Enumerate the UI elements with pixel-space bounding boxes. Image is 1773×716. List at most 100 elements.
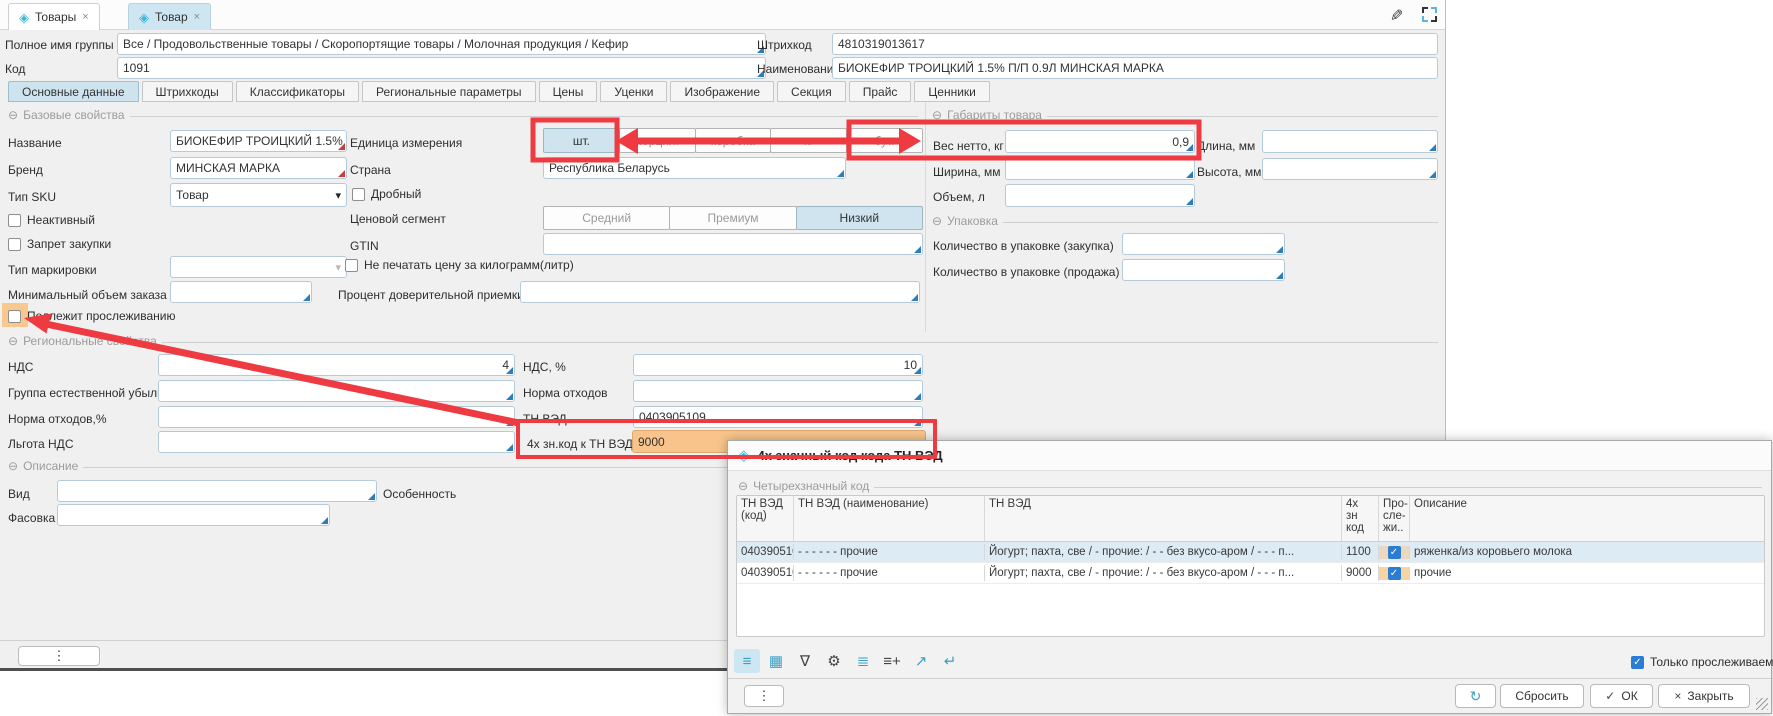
- row-traceable-checkbox[interactable]: ✓: [1388, 546, 1401, 559]
- sku-type-select[interactable]: Товар ▾: [170, 183, 347, 207]
- no-kilo-price-checkbox[interactable]: [345, 259, 358, 272]
- vat-input[interactable]: 4: [158, 354, 515, 376]
- inactive-checkbox[interactable]: [8, 214, 21, 227]
- code-input[interactable]: 1091: [117, 57, 766, 79]
- unit-sht[interactable]: шт.: [543, 128, 620, 153]
- traceable-checkbox[interactable]: [8, 310, 21, 323]
- add-rows-icon[interactable]: ≡+: [879, 649, 905, 673]
- tab-osnovnye-dannye[interactable]: Основные данные: [8, 81, 139, 102]
- barcode-label: Штрихкод: [757, 38, 812, 52]
- waste-pct-input[interactable]: [158, 406, 515, 428]
- col-header-code4[interactable]: 4х зн код: [1342, 496, 1379, 541]
- col-header-tnved-name[interactable]: ТН ВЭД (наименование): [794, 496, 985, 541]
- width-input[interactable]: [1005, 158, 1195, 180]
- net-weight-input[interactable]: 0,9: [1005, 130, 1195, 153]
- trust-percent-input[interactable]: [520, 281, 920, 303]
- group-title: Габариты товара: [947, 108, 1042, 122]
- tab-tovary[interactable]: ◈ Товары ×: [8, 3, 100, 30]
- list-view-icon[interactable]: ≡: [734, 649, 760, 673]
- reset-button[interactable]: Сбросить: [1500, 684, 1584, 708]
- tab-shtrihkody[interactable]: Штрихкоды: [142, 81, 233, 102]
- marking-type-select[interactable]: ▾: [170, 256, 347, 278]
- waste-input[interactable]: [633, 380, 923, 402]
- loss-group-input[interactable]: [158, 380, 515, 402]
- tab-utsenki[interactable]: Уценки: [600, 81, 667, 102]
- full-group-input[interactable]: Все / Продовольственные товары / Скоропо…: [117, 33, 766, 55]
- qty-sale-input[interactable]: [1122, 259, 1285, 281]
- packing-input[interactable]: [57, 504, 330, 526]
- close-button[interactable]: × Закрыть: [1658, 684, 1750, 708]
- name-input[interactable]: БИОКЕФИР ТРОИЦКИЙ 1.5% П/П 0.9Л МИНСКАЯ …: [832, 57, 1438, 79]
- collapse-icon[interactable]: ⊖: [932, 214, 942, 228]
- brand-label: Бренд: [8, 163, 43, 177]
- window-menu-button[interactable]: ⋮: [18, 646, 100, 666]
- unit-but[interactable]: бут.: [846, 128, 923, 153]
- expand-icon[interactable]: [1422, 7, 1437, 22]
- unit-kg[interactable]: кг: [770, 128, 847, 153]
- tab-sektsiya[interactable]: Секция: [777, 81, 846, 102]
- table-row[interactable]: 0403905109 - - - - - - прочие Йогурт; па…: [737, 563, 1764, 584]
- collapse-icon[interactable]: ⊖: [8, 459, 18, 473]
- qty-sale-label: Количество в упаковке (продажа): [933, 265, 1119, 279]
- qty-purchase-input[interactable]: [1122, 233, 1285, 255]
- col-header-description[interactable]: Описание: [1410, 496, 1764, 541]
- tnved-label: ТН ВЭД: [523, 412, 567, 426]
- brand-input[interactable]: МИНСКАЯ МАРКА: [170, 157, 347, 179]
- external-link-icon[interactable]: ↗: [908, 649, 934, 673]
- collapse-icon[interactable]: ⊖: [738, 479, 748, 493]
- col-header-tnved[interactable]: ТН ВЭД: [985, 496, 1342, 541]
- ok-button[interactable]: ✓ ОК: [1590, 684, 1653, 708]
- col-header-traceable[interactable]: Про- сле- жи..: [1379, 496, 1410, 541]
- kebab-icon: ⋮: [53, 648, 66, 664]
- country-input[interactable]: Республика Беларусь: [543, 157, 846, 179]
- numbered-list-icon[interactable]: ≣: [850, 649, 876, 673]
- grid-view-icon[interactable]: ▦: [763, 649, 789, 673]
- tab-prays[interactable]: Прайс: [849, 81, 912, 102]
- tab-close-icon[interactable]: ×: [82, 11, 88, 23]
- resize-grip[interactable]: [1756, 698, 1768, 710]
- collapse-icon[interactable]: ⊖: [8, 108, 18, 122]
- no-kilo-price-row: Не печатать цену за килограмм(литр): [345, 258, 574, 272]
- dialog-menu-button[interactable]: ⋮: [744, 685, 784, 707]
- edit-icon[interactable]: ✎: [1390, 6, 1403, 26]
- col-header-tnved-code[interactable]: ТН ВЭД (код): [737, 496, 794, 541]
- unit-korobka[interactable]: коробка: [695, 128, 772, 153]
- collapse-icon[interactable]: ⊖: [932, 108, 942, 122]
- min-order-input[interactable]: [170, 281, 312, 303]
- tab-tsenniki[interactable]: Ценники: [914, 81, 989, 102]
- tab-klassifikatory[interactable]: Классификаторы: [236, 81, 359, 102]
- only-traceable-checkbox[interactable]: ✓: [1631, 656, 1644, 669]
- volume-input[interactable]: [1005, 184, 1195, 207]
- gtin-input[interactable]: [543, 233, 923, 255]
- gear-icon[interactable]: ⚙: [821, 649, 847, 673]
- barcode-input[interactable]: 4810319013617: [832, 33, 1438, 55]
- vat-benefit-input[interactable]: [158, 431, 515, 453]
- group-title: Региональные свойства: [23, 334, 157, 348]
- collapse-icon[interactable]: ⊖: [8, 334, 18, 348]
- group-dimensions: ⊖ Габариты товара: [932, 108, 1438, 122]
- segment-premium[interactable]: Премиум: [669, 206, 796, 230]
- trust-percent-label: Процент доверительной приемки: [338, 288, 524, 302]
- unit-portsiya[interactable]: порция.: [619, 128, 696, 153]
- tab-close-icon[interactable]: ×: [194, 11, 200, 23]
- row-traceable-checkbox[interactable]: ✓: [1388, 567, 1401, 580]
- return-icon[interactable]: ↵: [937, 649, 963, 673]
- filter-icon[interactable]: ∇: [792, 649, 818, 673]
- tnved-input[interactable]: 0403905109: [633, 406, 923, 428]
- length-input[interactable]: [1262, 130, 1438, 153]
- tab-regionalnye-parametry[interactable]: Региональные параметры: [362, 81, 536, 102]
- refresh-button[interactable]: ↻: [1455, 684, 1496, 708]
- group-basic: ⊖ Базовые свойства: [8, 108, 918, 122]
- tab-tovar[interactable]: ◈ Товар ×: [128, 3, 211, 30]
- kind-input[interactable]: [57, 480, 377, 502]
- fractional-checkbox[interactable]: [352, 188, 365, 201]
- product-name-input[interactable]: БИОКЕФИР ТРОИЦКИЙ 1.5% П: [170, 130, 347, 152]
- table-row[interactable]: 0403905109 - - - - - - прочие Йогурт; па…: [737, 542, 1764, 563]
- height-input[interactable]: [1262, 158, 1438, 180]
- no-purchase-checkbox[interactable]: [8, 238, 21, 251]
- tab-tseny[interactable]: Цены: [539, 81, 598, 102]
- segment-sredniy[interactable]: Средний: [543, 206, 670, 230]
- segment-nizkiy[interactable]: Низкий: [796, 206, 923, 230]
- tab-izobrazhenie[interactable]: Изображение: [670, 81, 774, 102]
- vat-pct-input[interactable]: 10: [633, 354, 923, 376]
